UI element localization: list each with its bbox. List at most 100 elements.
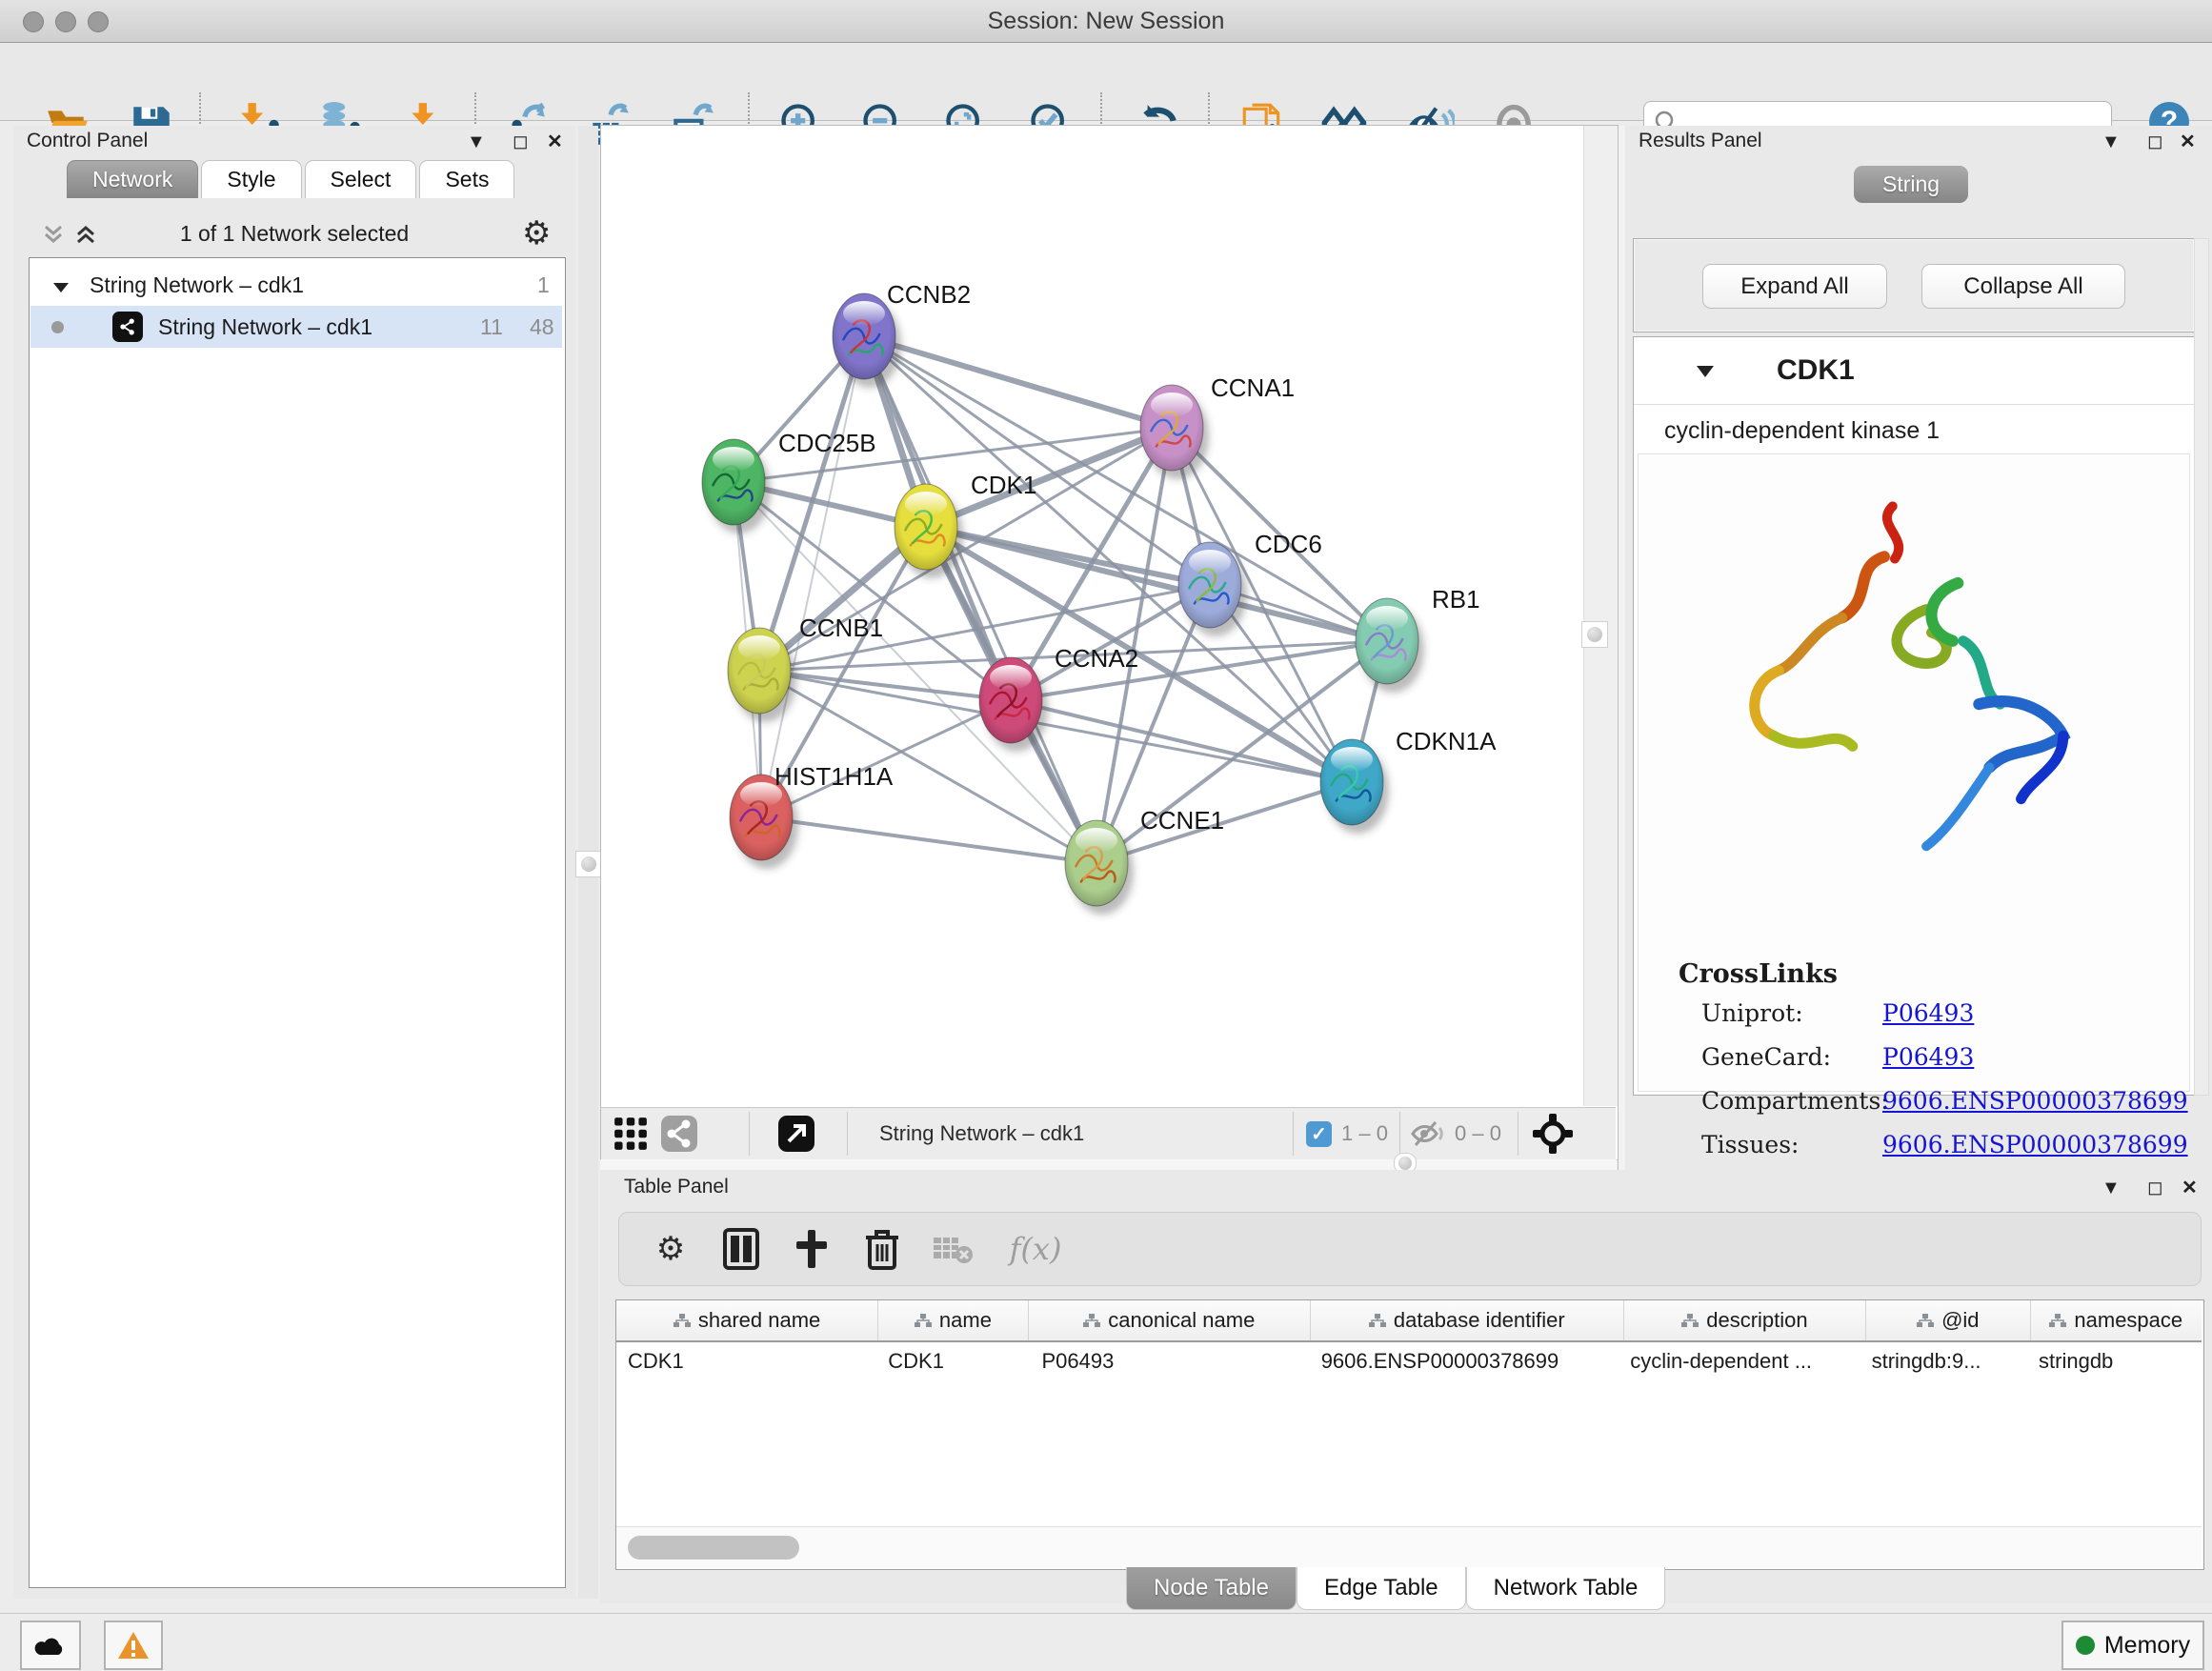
cell-name[interactable]: CDK1: [876, 1342, 1030, 1380]
panel-close-icon[interactable]: ✕: [547, 130, 563, 153]
column-header-description[interactable]: description: [1624, 1300, 1866, 1340]
network-edge-HIST1H1A-CCNE1[interactable]: [761, 817, 1096, 863]
cdk1-section-header[interactable]: CDK1: [1634, 337, 2194, 405]
expand-all-button[interactable]: Expand All: [1702, 264, 1887, 309]
table-settings-gear-icon[interactable]: ⚙: [646, 1224, 695, 1274]
cell-canonical-name[interactable]: P06493: [1030, 1342, 1309, 1380]
crosslink-link[interactable]: P06493: [1882, 999, 1974, 1027]
collection-collapse-icon[interactable]: [51, 275, 70, 301]
birdseye-view-icon[interactable]: [613, 1114, 649, 1154]
network-edge-CCNB2-CCNE1[interactable]: [864, 336, 1096, 863]
footer-separator: [847, 1112, 848, 1156]
tab-edge-table[interactable]: Edge Table: [1297, 1567, 1466, 1610]
table-header-row: shared name name canonical name database…: [616, 1300, 2202, 1342]
network-node-CDKN1A[interactable]: CDKN1A: [1320, 727, 1497, 834]
crosslink-link[interactable]: 9606.ENSP00000378699: [1882, 1131, 2188, 1158]
scrollbar-thumb[interactable]: [628, 1536, 799, 1560]
table-panel-title: Table Panel: [624, 1176, 729, 1198]
warning-icon: [117, 1631, 150, 1660]
panel-float-icon[interactable]: ◻: [2147, 1176, 2163, 1199]
network-collection-row[interactable]: String Network – cdk1 1: [30, 264, 562, 306]
network-node-CCNA1[interactable]: CCNA1: [1140, 373, 1295, 479]
hidden-eye-icon: [1411, 1119, 1445, 1148]
column-header-id[interactable]: @id: [1866, 1300, 2030, 1340]
network-label: String Network – cdk1: [158, 314, 372, 340]
tab-network[interactable]: Network: [67, 160, 198, 198]
network-edge-CCNB2-CCNA1[interactable]: [864, 336, 1172, 428]
selected-checkbox-icon[interactable]: ✓: [1306, 1121, 1332, 1147]
panel-menu-icon[interactable]: ▼: [2101, 131, 2121, 153]
warning-button[interactable]: [104, 1621, 163, 1670]
panel-close-icon[interactable]: ✕: [2180, 130, 2196, 153]
collapse-all-button[interactable]: Collapse All: [1921, 264, 2125, 309]
network-edge-CCNB2-RB1[interactable]: [864, 336, 1387, 641]
table-panel: Table Panel ▼ ◻ ✕ ⚙ f(x) share: [600, 1170, 2212, 1603]
network-edge-CCNA2-HIST1H1A[interactable]: [761, 700, 1011, 817]
open-in-window-icon[interactable]: [777, 1114, 815, 1154]
network-node-CCNE1[interactable]: CCNE1: [1065, 806, 1224, 915]
tab-string[interactable]: String: [1854, 166, 1968, 203]
tab-select[interactable]: Select: [305, 160, 417, 198]
panel-float-icon[interactable]: ◻: [513, 130, 529, 153]
column-type-icon: [1369, 1313, 1386, 1328]
left-splitter-handle[interactable]: [575, 851, 602, 877]
cell-id[interactable]: stringdb:9...: [1860, 1342, 2027, 1380]
network-row-selected[interactable]: String Network – cdk1 11 48: [30, 306, 562, 348]
network-edge-count: 48: [530, 314, 554, 340]
tab-sets[interactable]: Sets: [419, 160, 514, 198]
network-node-HIST1H1A[interactable]: HIST1H1A: [730, 762, 894, 869]
column-header-shared-name[interactable]: shared name: [616, 1300, 878, 1340]
delete-column-icon[interactable]: [857, 1224, 907, 1274]
control-panel-tabs: Network Style Select Sets: [67, 160, 517, 199]
create-column-icon[interactable]: [787, 1224, 836, 1274]
hidden-counts-text: 0 – 0: [1455, 1121, 1501, 1146]
tab-style[interactable]: Style: [201, 160, 301, 198]
show-columns-icon[interactable]: [716, 1224, 766, 1274]
panel-float-icon[interactable]: ◻: [2147, 130, 2163, 153]
cell-namespace[interactable]: stringdb: [2027, 1342, 2202, 1380]
footer-separator: [1399, 1112, 1400, 1156]
results-panel: Results Panel ▼ ◻ ✕ String Expand All Co…: [1625, 126, 2212, 1170]
column-header-name[interactable]: name: [878, 1300, 1029, 1340]
crosslink-link[interactable]: P06493: [1882, 1043, 1974, 1071]
cloud-button[interactable]: [20, 1621, 81, 1670]
network-options-gear-icon[interactable]: ⚙: [522, 217, 551, 250]
tab-network-table[interactable]: Network Table: [1466, 1567, 1666, 1610]
right-splitter-handle[interactable]: [1581, 621, 1608, 648]
memory-button[interactable]: Memory: [2061, 1621, 2204, 1670]
collection-count: 1: [537, 272, 550, 298]
column-header-database-identifier[interactable]: database identifier: [1311, 1300, 1624, 1340]
column-header-canonical-name[interactable]: canonical name: [1029, 1300, 1311, 1340]
crosslink-label: GeneCard:: [1701, 1043, 1831, 1071]
column-header-namespace[interactable]: namespace: [2031, 1300, 2202, 1340]
network-canvas[interactable]: CCNB2CCNA1CDC25BCDK1CDC6RB1CCNB1CCNA2CDK…: [601, 126, 1582, 1106]
footer-separator: [749, 1112, 750, 1156]
network-canvas-scrollbar[interactable]: [1583, 126, 1618, 1106]
cell-description[interactable]: cyclin-dependent ...: [1619, 1342, 1860, 1380]
panel-menu-icon[interactable]: ▼: [467, 131, 486, 153]
cell-shared-name[interactable]: CDK1: [616, 1342, 876, 1380]
node-label-CCNB2: CCNB2: [887, 280, 971, 309]
network-node-CCNA2[interactable]: CCNA2: [979, 644, 1138, 752]
network-view-toolbar: String Network – cdk1 ✓ 1 – 0 0 – 0: [601, 1107, 1616, 1159]
crosslink-link[interactable]: 9606.ENSP00000378699: [1882, 1087, 2188, 1115]
results-scrollbar[interactable]: [2194, 238, 2209, 1096]
center-view-icon[interactable]: [1533, 1114, 1573, 1154]
table-horizontal-scrollbar[interactable]: [616, 1526, 2202, 1568]
cell-database-identifier[interactable]: 9606.ENSP00000378699: [1310, 1342, 1619, 1380]
crosslink-label: Compartments:: [1701, 1087, 1889, 1115]
section-collapse-icon[interactable]: [1695, 364, 1716, 384]
tab-node-table[interactable]: Node Table: [1126, 1567, 1297, 1610]
network-selection-bar: 1 of 1 Network selected ⚙: [13, 213, 575, 255]
network-view: CCNB2CCNA1CDC25BCDK1CDC6RB1CCNB1CCNA2CDK…: [600, 125, 1619, 1160]
memory-label: Memory: [2104, 1632, 2190, 1660]
network-edge-CCNB2-HIST1H1A[interactable]: [761, 336, 864, 817]
table-row[interactable]: CDK1 CDK1 P06493 9606.ENSP00000378699 cy…: [616, 1342, 2202, 1380]
network-node-CDK1[interactable]: CDK1: [895, 471, 1036, 578]
network-node-CDC25B[interactable]: CDC25B: [702, 429, 876, 534]
panel-menu-icon[interactable]: ▼: [2101, 1178, 2121, 1199]
panel-close-icon[interactable]: ✕: [2182, 1176, 2198, 1199]
network-node-RB1[interactable]: RB1: [1356, 585, 1480, 693]
string-panel-toggle-icon[interactable]: [660, 1114, 698, 1154]
column-type-icon: [1681, 1313, 1699, 1328]
